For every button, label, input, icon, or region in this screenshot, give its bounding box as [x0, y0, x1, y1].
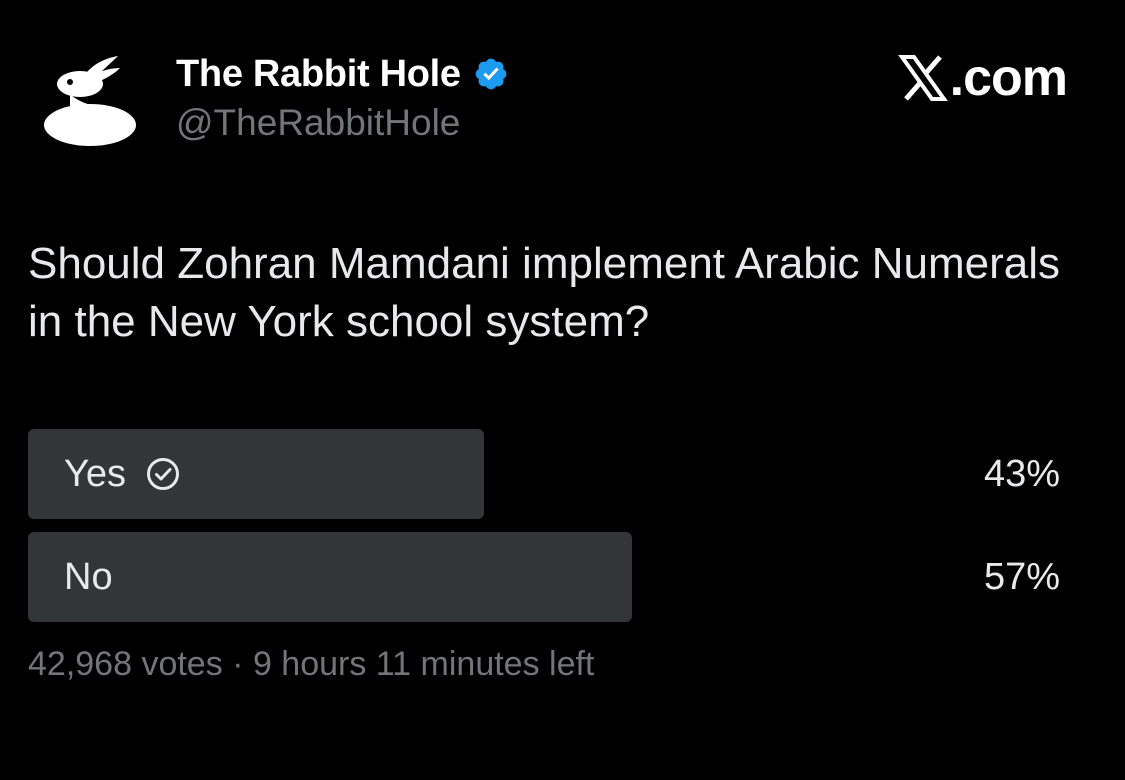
- poll-time-left: 9 hours 11 minutes left: [252, 645, 595, 683]
- brand-domain-text: .com: [949, 49, 1068, 107]
- poll-option-label-wrap: Yes: [64, 429, 180, 519]
- poll-separator: ·: [232, 645, 244, 683]
- post-text: Should Zohran Mamdani implement Arabic N…: [28, 239, 1061, 346]
- poll-option-no[interactable]: No 57%: [28, 532, 1088, 622]
- poll-option-label: No: [64, 555, 113, 598]
- account-name-row[interactable]: The Rabbit Hole: [176, 50, 509, 98]
- display-name[interactable]: The Rabbit Hole: [176, 53, 461, 96]
- poll-vote-count: 42,968 votes: [28, 645, 223, 683]
- check-circle-icon: [146, 457, 180, 491]
- poll-option-percent: 57%: [983, 555, 1060, 598]
- poll: Yes 43% No 57%: [28, 429, 1088, 635]
- poll-option-yes[interactable]: Yes 43%: [28, 429, 1088, 519]
- verified-badge-icon: [473, 56, 509, 92]
- x-logo-icon: [897, 53, 948, 103]
- brand-mark: .com: [897, 48, 1068, 108]
- poll-option-label: Yes: [64, 452, 126, 495]
- rabbit-logo-icon[interactable]: [40, 50, 140, 150]
- poll-option-bar: [28, 532, 632, 622]
- poll-option-label-wrap: No: [64, 532, 113, 622]
- post-header: The Rabbit Hole @TheRabbitHole .com: [0, 0, 1125, 170]
- poll-option-percent: 43%: [983, 452, 1060, 495]
- poll-footer: 42,968 votes · 9 hours 11 minutes left: [28, 645, 594, 684]
- account-handle[interactable]: @TheRabbitHole: [176, 102, 460, 144]
